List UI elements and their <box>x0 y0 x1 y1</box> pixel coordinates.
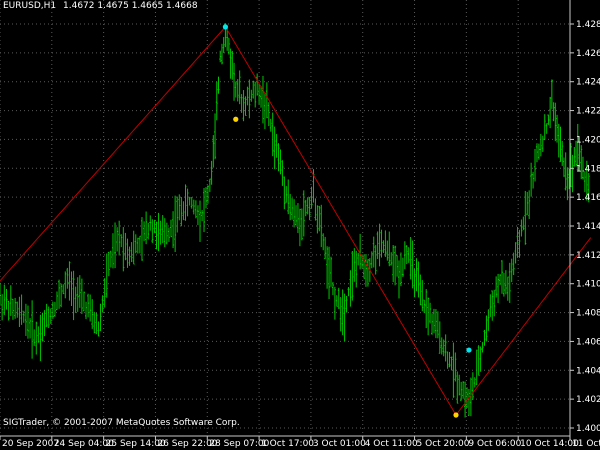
price-tick-label: 1.4285 <box>576 20 600 30</box>
signal-marker-high[interactable] <box>222 24 229 30</box>
time-tick-label: 5 Oct 20:00 <box>417 439 470 449</box>
time-tick-label: 10 Oct 14:00 <box>520 439 579 449</box>
price-tick-label: 1.4265 <box>576 49 600 59</box>
price-bars <box>0 23 590 418</box>
grid <box>0 0 571 436</box>
price-tick-label: 1.4025 <box>576 395 600 405</box>
chart-window[interactable]: 1.4285 1.4265 1.4245 1.4225 1.4205 1.4185 1.41… <box>0 0 600 450</box>
signal-marker-high[interactable] <box>466 347 472 353</box>
time-tick-label: 4 Oct 11:00 <box>365 439 418 449</box>
time-tick-label: 20 Sep 2007 <box>2 439 59 449</box>
signal-marker-low[interactable] <box>233 116 239 122</box>
price-tick-label: 1.4065 <box>576 337 600 347</box>
price-tick-label: 1.4085 <box>576 309 600 319</box>
price-tick-label: 1.4205 <box>576 135 600 145</box>
time-tick-label: 3 Oct 01:00 <box>313 439 366 449</box>
price-tick-label: 1.4225 <box>576 107 600 117</box>
price-tick-label: 1.4185 <box>576 164 600 174</box>
price-tick-label: 1.4105 <box>576 280 600 290</box>
price-chart[interactable]: 1.4285 1.4265 1.4245 1.4225 1.4205 1.4185 1.41… <box>0 0 600 450</box>
price-tick-label: 1.4005 <box>576 424 600 434</box>
ohlc-values: 1.4672 1.4675 1.4665 1.4668 <box>63 1 198 11</box>
price-tick-label: 1.4165 <box>576 193 600 203</box>
symbol-timeframe: EURUSD,H1 <box>3 1 57 11</box>
price-tick-label: 1.4245 <box>576 78 600 88</box>
time-tick-label: 11 Oct 22:00 <box>572 439 600 449</box>
price-tick-label: 1.4145 <box>576 222 600 232</box>
signal-markers <box>222 24 472 418</box>
copyright-notice: SIGTrader, © 2001-2007 MetaQuotes Softwa… <box>3 418 240 428</box>
price-tick-label: 1.4125 <box>576 251 600 261</box>
zigzag-indicator <box>0 26 592 416</box>
price-tick-label: 1.4045 <box>576 366 600 376</box>
signal-marker-low[interactable] <box>453 412 459 418</box>
symbol-header: EURUSD,H1 1.4672 1.4675 1.4665 1.4668 <box>3 1 198 11</box>
time-tick-label: 9 Oct 06:00 <box>468 439 521 449</box>
time-tick-label: 1 Oct 17:00 <box>261 439 314 449</box>
zigzag-line <box>0 26 592 416</box>
